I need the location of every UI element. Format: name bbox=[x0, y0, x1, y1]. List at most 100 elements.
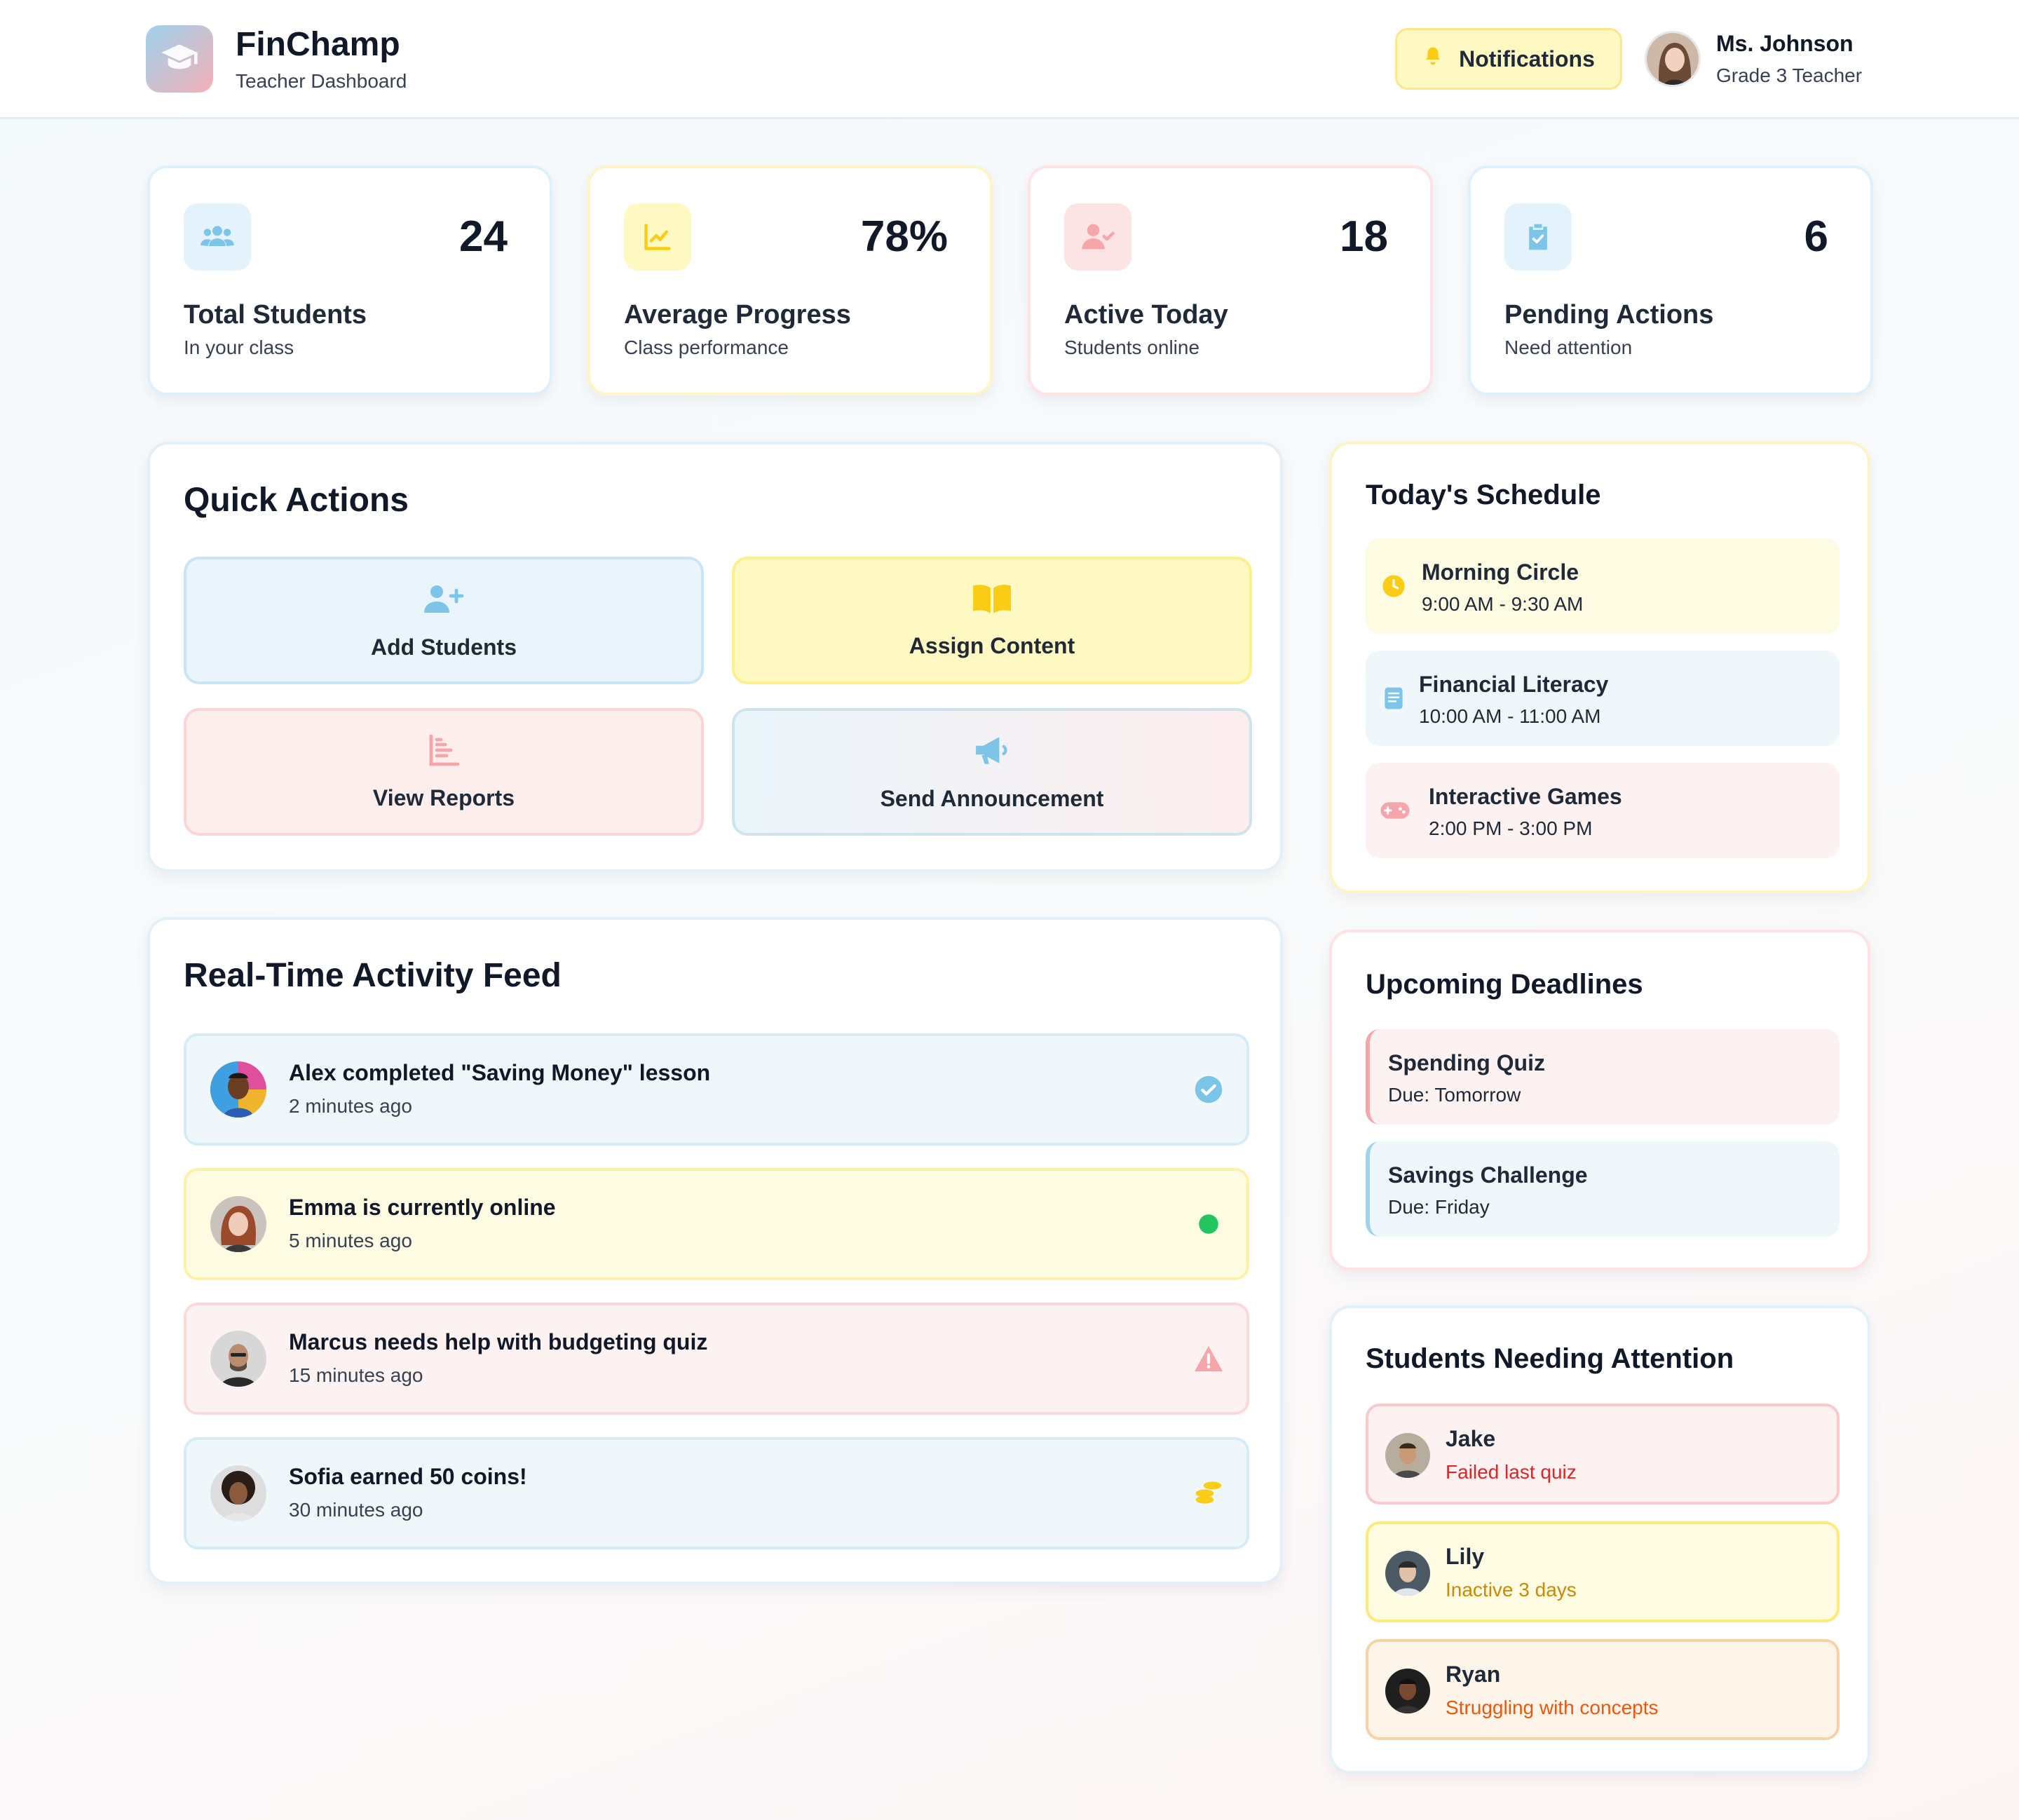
deadline-title: Spending Quiz bbox=[1388, 1050, 1545, 1075]
stat-title: Total Students bbox=[184, 300, 367, 330]
schedule-item-title: Financial Literacy bbox=[1419, 672, 1609, 697]
stat-card-average-progress: 78% Average Progress Class performance bbox=[587, 165, 993, 395]
avatar bbox=[210, 1061, 266, 1118]
stat-title: Average Progress bbox=[624, 300, 851, 330]
student-name: Ryan bbox=[1446, 1662, 1501, 1687]
schedule-item-title: Morning Circle bbox=[1422, 559, 1579, 585]
assign-content-button[interactable]: Assign Content bbox=[732, 557, 1252, 684]
check-circle-icon bbox=[1192, 1073, 1225, 1106]
book-icon bbox=[1381, 686, 1406, 711]
feed-time: 30 minutes ago bbox=[289, 1499, 423, 1521]
list-item[interactable]: Alex completed "Saving Money" lesson 2 m… bbox=[184, 1033, 1249, 1146]
brand-name: FinChamp bbox=[236, 26, 400, 63]
user-check-icon bbox=[1064, 203, 1131, 271]
student-note: Failed last quiz bbox=[1446, 1461, 1577, 1483]
top-header: FinChamp Teacher Dashboard Notifications… bbox=[0, 0, 2019, 119]
feed-text: Sofia earned 50 coins! bbox=[289, 1464, 527, 1489]
feed-time: 15 minutes ago bbox=[289, 1364, 423, 1386]
notifications-button[interactable]: Notifications bbox=[1395, 28, 1622, 90]
attention-title: Students Needing Attention bbox=[1366, 1343, 1734, 1374]
quick-actions-title: Quick Actions bbox=[184, 482, 409, 519]
deadline-due: Due: Friday bbox=[1388, 1196, 1490, 1218]
student-note: Struggling with concepts bbox=[1446, 1697, 1659, 1718]
feed-text: Alex completed "Saving Money" lesson bbox=[289, 1060, 711, 1085]
deadlines-title: Upcoming Deadlines bbox=[1366, 969, 1643, 1000]
view-reports-button[interactable]: View Reports bbox=[184, 708, 704, 836]
send-announcement-button[interactable]: Send Announcement bbox=[732, 708, 1252, 836]
quick-actions-panel: Quick Actions Add Students Assign Conten… bbox=[147, 442, 1283, 872]
stat-title: Active Today bbox=[1064, 300, 1228, 330]
schedule-item-time: 2:00 PM - 3:00 PM bbox=[1429, 817, 1593, 839]
stat-subtitle: Need attention bbox=[1504, 337, 1633, 358]
bell-icon bbox=[1422, 46, 1443, 72]
stat-card-pending-actions: 6 Pending Actions Need attention bbox=[1468, 165, 1873, 395]
deadline-item[interactable]: Spending Quiz Due: Tomorrow bbox=[1366, 1029, 1840, 1125]
stat-value: 24 bbox=[459, 212, 508, 261]
avatar bbox=[1385, 1433, 1430, 1478]
chart-bar-icon bbox=[426, 733, 461, 773]
stat-subtitle: Class performance bbox=[624, 337, 789, 358]
avatar[interactable] bbox=[1645, 31, 1701, 87]
stat-subtitle: In your class bbox=[184, 337, 294, 358]
attention-item-ryan[interactable]: Ryan Struggling with concepts bbox=[1366, 1639, 1840, 1740]
student-note: Inactive 3 days bbox=[1446, 1579, 1577, 1601]
stat-subtitle: Students online bbox=[1064, 337, 1200, 358]
stat-value: 6 bbox=[1804, 212, 1828, 261]
stat-card-active-today: 18 Active Today Students online bbox=[1028, 165, 1433, 395]
feed-time: 2 minutes ago bbox=[289, 1095, 412, 1117]
attention-item-jake[interactable]: Jake Failed last quiz bbox=[1366, 1404, 1840, 1505]
view-reports-label: View Reports bbox=[372, 785, 515, 810]
gamepad-icon bbox=[1380, 798, 1410, 823]
clipboard-check-icon bbox=[1504, 203, 1572, 271]
assign-content-label: Assign Content bbox=[909, 632, 1075, 658]
schedule-item-time: 10:00 AM - 11:00 AM bbox=[1419, 705, 1601, 727]
activity-feed-title: Real-Time Activity Feed bbox=[184, 957, 562, 994]
schedule-panel: Today's Schedule Morning Circle 9:00 AM … bbox=[1329, 442, 1870, 893]
add-students-button[interactable]: Add Students bbox=[184, 557, 704, 684]
feed-text: Emma is currently online bbox=[289, 1195, 556, 1220]
book-open-icon bbox=[972, 583, 1012, 620]
clock-icon bbox=[1381, 573, 1406, 599]
user-name: Ms. Johnson bbox=[1716, 31, 1854, 56]
attention-item-lily[interactable]: Lily Inactive 3 days bbox=[1366, 1521, 1840, 1622]
users-icon bbox=[184, 203, 251, 271]
add-students-label: Add Students bbox=[371, 634, 517, 660]
user-plus-icon bbox=[423, 581, 465, 622]
list-item[interactable]: Sofia earned 50 coins! 30 minutes ago bbox=[184, 1437, 1249, 1549]
avatar bbox=[1385, 1551, 1430, 1596]
stat-value: 78% bbox=[860, 212, 948, 261]
feed-text: Marcus needs help with budgeting quiz bbox=[289, 1329, 708, 1354]
coins-icon bbox=[1192, 1476, 1225, 1510]
send-announcement-label: Send Announcement bbox=[880, 785, 1104, 811]
deadlines-panel: Upcoming Deadlines Spending Quiz Due: To… bbox=[1329, 930, 1870, 1270]
attention-panel: Students Needing Attention Jake Failed l… bbox=[1329, 1305, 1870, 1774]
schedule-item[interactable]: Morning Circle 9:00 AM - 9:30 AM bbox=[1366, 538, 1840, 634]
deadline-item[interactable]: Savings Challenge Due: Friday bbox=[1366, 1141, 1840, 1237]
user-role: Grade 3 Teacher bbox=[1716, 64, 1863, 86]
logo bbox=[146, 25, 213, 93]
stat-value: 18 bbox=[1340, 212, 1388, 261]
deadline-due: Due: Tomorrow bbox=[1388, 1084, 1521, 1106]
student-name: Lily bbox=[1446, 1544, 1485, 1569]
avatar bbox=[210, 1331, 266, 1387]
warning-icon bbox=[1192, 1342, 1225, 1376]
brand-subtitle: Teacher Dashboard bbox=[236, 70, 407, 92]
deadline-title: Savings Challenge bbox=[1388, 1162, 1588, 1188]
stat-title: Pending Actions bbox=[1504, 300, 1714, 330]
avatar bbox=[210, 1196, 266, 1252]
stat-card-total-students: 24 Total Students In your class bbox=[147, 165, 552, 395]
schedule-item-title: Interactive Games bbox=[1429, 784, 1622, 809]
schedule-item[interactable]: Financial Literacy 10:00 AM - 11:00 AM bbox=[1366, 651, 1840, 746]
graduation-cap-icon bbox=[160, 38, 199, 81]
avatar bbox=[1385, 1669, 1430, 1713]
schedule-title: Today's Schedule bbox=[1366, 480, 1601, 510]
list-item[interactable]: Emma is currently online 5 minutes ago bbox=[184, 1168, 1249, 1280]
list-item[interactable]: Marcus needs help with budgeting quiz 15… bbox=[184, 1303, 1249, 1415]
megaphone-icon bbox=[972, 733, 1012, 773]
activity-feed-panel: Real-Time Activity Feed Alex completed "… bbox=[147, 917, 1283, 1584]
feed-time: 5 minutes ago bbox=[289, 1230, 412, 1251]
notifications-label: Notifications bbox=[1459, 46, 1595, 72]
avatar bbox=[210, 1465, 266, 1521]
schedule-item-time: 9:00 AM - 9:30 AM bbox=[1422, 593, 1584, 615]
schedule-item[interactable]: Interactive Games 2:00 PM - 3:00 PM bbox=[1366, 763, 1840, 858]
